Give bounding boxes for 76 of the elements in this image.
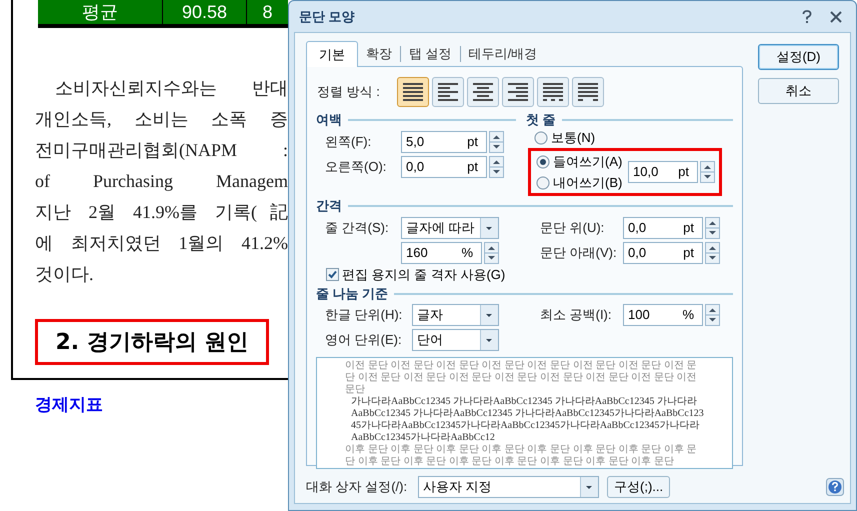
section-heading: 2. 경기하락의 원인 [35, 319, 269, 365]
number-field[interactable]: 100 % [623, 304, 703, 326]
tab[interactable]: 기본 [306, 41, 358, 67]
align-left-button[interactable] [432, 77, 464, 107]
table-cell: 90.58 [163, 0, 247, 24]
field-label: 정렬 방식 : [316, 83, 381, 102]
field-label: 최소 공백(I): [540, 306, 612, 324]
radio-button[interactable] [536, 154, 550, 168]
paragraph-line: 에 최저치였던 1월의 41.2% [35, 232, 288, 255]
table-cell-text: 8 [261, 1, 274, 24]
caret-icon [480, 305, 498, 325]
caret-icon [580, 477, 598, 497]
align-divide-button[interactable] [572, 77, 604, 107]
number-field[interactable]: 160 % [401, 242, 482, 264]
configure-button[interactable]: 구성(;)... [607, 476, 670, 498]
align-center-button[interactable] [467, 77, 499, 107]
number-field[interactable]: 10,0 pt [628, 161, 698, 183]
align-right-button[interactable] [502, 77, 534, 107]
spinner-icon[interactable] [700, 161, 715, 183]
group-title: 간격 [316, 197, 342, 216]
checkbox-label: 편집 용지의 줄 격자 사용(G) [342, 266, 506, 284]
tab[interactable]: 탭 설정 [401, 42, 460, 66]
window-title: 문단 모양 [299, 8, 355, 26]
preview-text: 가나다라AaBbCc12345 가나다라AaBbCc12345 가나다라AaBbCc12345 가나다라AaBbCc12345 가나다라AaBbCc12345 가나다라AaBbCc12345가나다라AaBbCc12345가나다라AaBbCc12345가나다라AaBbCc12345가나다라AaBbCc12345가나다라AaBbCc12345가나다라AaBbCc12 [350, 396, 704, 444]
caret-icon [480, 330, 498, 350]
paragraph-line: 것이다. [35, 263, 94, 286]
radio-button[interactable] [536, 176, 550, 190]
dropdown[interactable]: 사용자 지정 [418, 476, 599, 498]
number-field[interactable]: 0,0 pt [623, 242, 703, 264]
spinner-icon[interactable] [705, 242, 720, 264]
spinner-icon[interactable] [489, 130, 504, 152]
caption-text: 경제지표 [35, 394, 104, 416]
spinner-icon[interactable] [705, 216, 720, 238]
tab[interactable]: 테두리/배경 [460, 42, 546, 66]
group-title: 첫 줄 [526, 111, 556, 130]
caret-icon [480, 218, 498, 238]
help-icon[interactable] [802, 10, 812, 24]
checkbox[interactable] [326, 268, 339, 282]
number-field[interactable]: 0,0 pt [401, 156, 487, 178]
radio-label: 내어쓰기(B) [553, 174, 622, 192]
dialog-button[interactable]: 취소 [758, 78, 839, 104]
number-field[interactable]: 5,0 pt [401, 130, 487, 152]
dropdown[interactable]: 글자 [412, 304, 499, 326]
dropdown[interactable]: 단어 [412, 329, 499, 351]
group-title: 여백 [316, 111, 342, 130]
paragraph-line: of Purchasing Managem [35, 170, 288, 193]
table-cell: 평균 [38, 0, 163, 24]
field-label: 영어 단위(E): [325, 331, 403, 350]
radio-label: 들여쓰기(A) [553, 152, 622, 171]
align-justify-button[interactable] [397, 77, 429, 107]
field-label: 왼쪽(F): [325, 132, 372, 151]
paragraph-line: 소비자신뢰지수와는 반대 [54, 77, 288, 100]
align-distribute-button[interactable] [537, 77, 569, 107]
spinner-icon[interactable] [484, 242, 499, 264]
paragraph-line: 전미구매관리협회(NAPM : [35, 139, 288, 162]
field-label: 문단 위(U): [540, 218, 606, 237]
field-label: 줄 간격(S): [325, 218, 390, 237]
preview-text: 이후 문단 이후 문단 이후 문단 이후 문단 이후 문단 이후 문단 이후 문단 이후 문단 이후 문단 이후 문단 이후 문단 이후 문단 이후 문단 이후 문단 이후 문단 [345, 444, 698, 468]
paragraph-line: 개인소득, 소비는 소폭 증 [35, 108, 288, 131]
help-icon[interactable] [826, 478, 844, 496]
radio-label: 보통(N) [551, 128, 596, 147]
group-title: 줄 나눔 기준 [316, 284, 388, 303]
close-icon[interactable] [830, 10, 842, 22]
field-label: 문단 아래(V): [540, 244, 618, 262]
paragraph-line: 지난 2월 41.9%를 기록(記 [35, 201, 288, 224]
field-label: 한글 단위(H): [325, 306, 404, 324]
field-label: 대화 상자 설정(/): [306, 478, 408, 496]
dialog-button[interactable]: 설정(D) [758, 44, 839, 70]
number-field[interactable]: 0,0 pt [623, 216, 703, 238]
spinner-icon[interactable] [705, 304, 720, 326]
spinner-icon[interactable] [489, 156, 504, 178]
preview-text: 이전 문단 이전 문단 이전 문단 이전 문단 이전 문단 이전 문단 이전 문단 이전 문단 이전 문단 이전 문단 이전 문단 이전 문단 이전 문단 이전 문단 이전 문단 이전 문단 [345, 360, 698, 396]
field-label: 오른쪽(O): [325, 158, 388, 176]
radio-button[interactable] [534, 130, 548, 144]
tab[interactable]: 확장 [358, 42, 400, 66]
dropdown[interactable]: 글자에 따라 [401, 216, 499, 238]
